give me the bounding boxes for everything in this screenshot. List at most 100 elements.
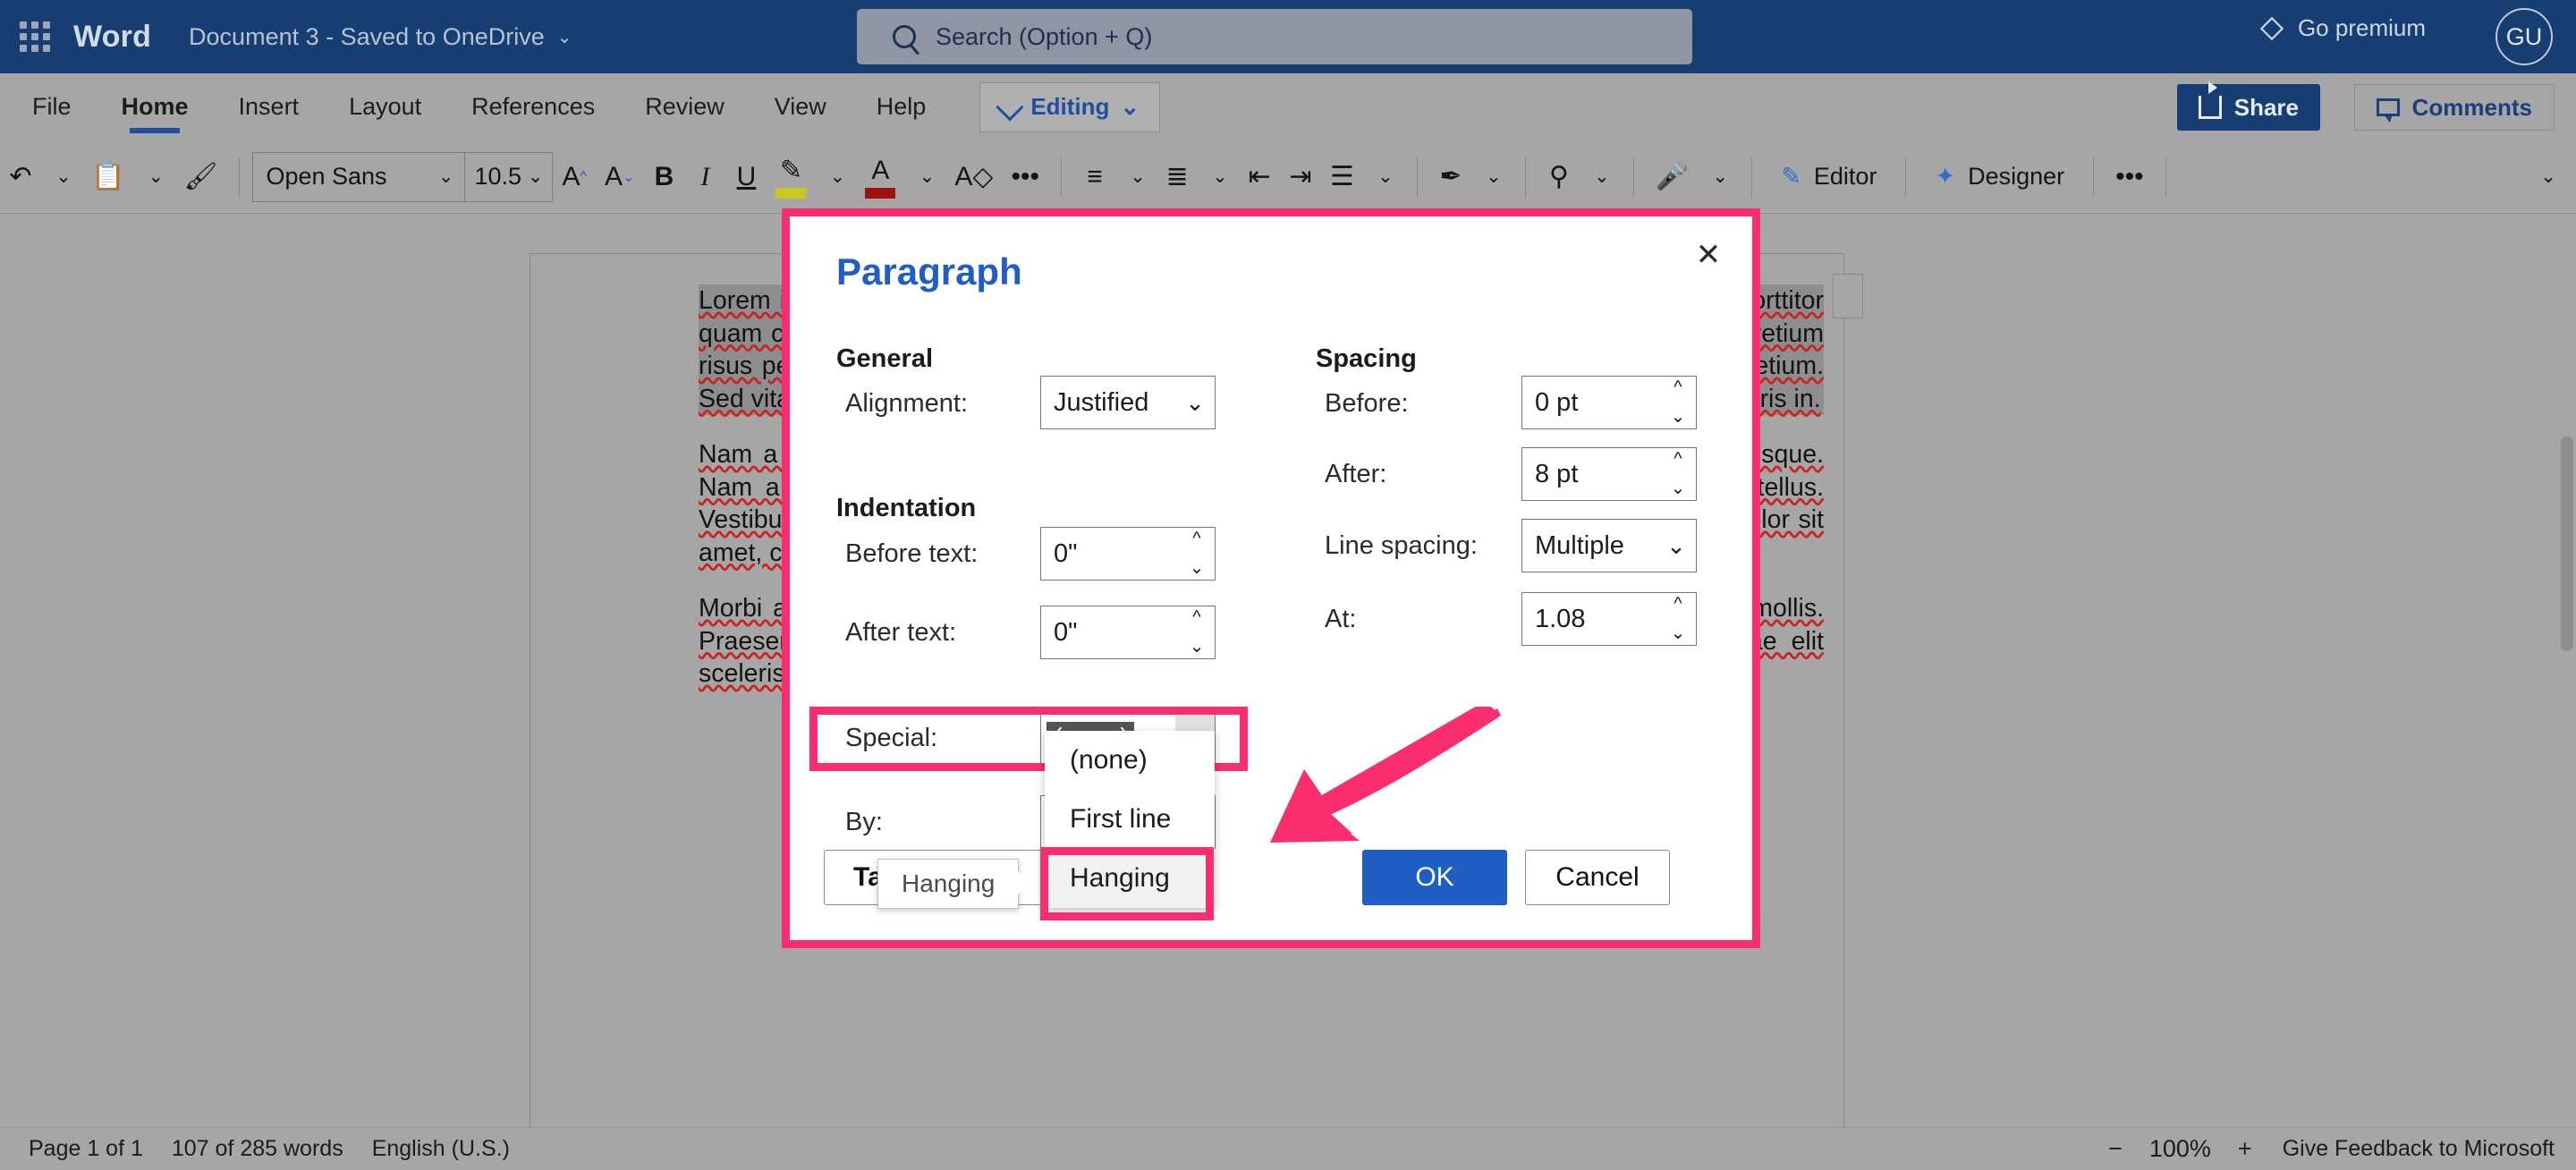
- editor-label: Editor: [1813, 163, 1877, 190]
- word-count[interactable]: 107 of 285 words: [172, 1136, 343, 1162]
- page-indicator[interactable]: Page 1 of 1: [29, 1136, 143, 1162]
- bullets-dropdown[interactable]: ⌄: [1115, 150, 1157, 204]
- special-option-first-line[interactable]: First line: [1045, 790, 1215, 849]
- grow-font-button[interactable]: A ^: [553, 150, 596, 204]
- increase-indent-button[interactable]: ⇥: [1280, 150, 1321, 204]
- underline-button[interactable]: U: [725, 150, 767, 204]
- chevron-down-icon[interactable]: ⌄: [557, 26, 572, 48]
- after-text-stepper[interactable]: ^ ⌄: [1179, 606, 1215, 658]
- divider: [2165, 156, 2166, 198]
- after-text-input[interactable]: 0" ^ ⌄: [1040, 606, 1216, 659]
- alignment-value: Justified: [1054, 387, 1149, 417]
- zoom-level[interactable]: 100%: [2149, 1135, 2211, 1163]
- hanging-tooltip: Hanging: [877, 859, 1030, 909]
- tab-review[interactable]: Review: [620, 73, 750, 140]
- editor-icon: ✎: [1781, 163, 1801, 190]
- spacing-before-input[interactable]: 0 pt ^ ⌄: [1521, 376, 1697, 429]
- before-text-input[interactable]: 0" ^ ⌄: [1040, 527, 1216, 581]
- spacing-after-stepper[interactable]: ^ ⌄: [1660, 448, 1696, 500]
- font-more-button[interactable]: •••: [1003, 150, 1049, 204]
- at-input[interactable]: 1.08 ^ ⌄: [1521, 592, 1697, 646]
- tab-label: Home: [121, 93, 189, 120]
- cancel-label: Cancel: [1555, 862, 1640, 892]
- editing-mode-button[interactable]: Editing ⌄: [979, 81, 1161, 132]
- search-placeholder: Search (Option + Q): [936, 22, 1153, 50]
- designer-button[interactable]: ✦ Designer: [1919, 150, 2080, 204]
- undo-dropdown[interactable]: ⌄: [41, 150, 82, 204]
- line-spacing-select[interactable]: Multiple ⌄: [1521, 519, 1697, 572]
- align-button[interactable]: ☰: [1321, 150, 1363, 204]
- zoom-out-button[interactable]: −: [2108, 1135, 2123, 1163]
- editor-button[interactable]: ✎ Editor: [1765, 150, 1893, 204]
- cancel-button[interactable]: Cancel: [1525, 850, 1670, 905]
- at-value: 1.08: [1535, 604, 1586, 633]
- alignment-select[interactable]: Justified ⌄: [1040, 376, 1216, 429]
- before-text-stepper[interactable]: ^ ⌄: [1179, 528, 1215, 580]
- comments-button[interactable]: Comments: [2353, 84, 2555, 131]
- avatar-initials: GU: [2505, 22, 2543, 50]
- bullets-button[interactable]: ≡: [1074, 150, 1115, 204]
- tab-view[interactable]: View: [750, 73, 852, 140]
- vertical-scrollbar[interactable]: [2556, 428, 2576, 1127]
- find-icon[interactable]: ⚲: [1538, 150, 1580, 204]
- at-stepper[interactable]: ^ ⌄: [1660, 593, 1696, 645]
- tab-label: Insert: [238, 93, 300, 120]
- chevron-down-icon: ⌄: [1486, 166, 1502, 187]
- spacing-before-stepper[interactable]: ^ ⌄: [1660, 377, 1696, 428]
- numbering-dropdown[interactable]: ⌄: [1198, 150, 1239, 204]
- numbering-button[interactable]: ≣: [1157, 150, 1198, 204]
- dictate-icon[interactable]: 🎤: [1647, 150, 1698, 204]
- tab-layout[interactable]: Layout: [324, 73, 446, 140]
- tab-label: Help: [876, 93, 927, 120]
- comments-label: Comments: [2411, 93, 2532, 121]
- zoom-in-button[interactable]: +: [2238, 1135, 2252, 1163]
- font-color-button[interactable]: A: [856, 150, 904, 204]
- highlight-button[interactable]: ✎: [767, 150, 815, 204]
- special-option-none[interactable]: (none): [1045, 731, 1215, 790]
- scrollbar-thumb[interactable]: [2561, 437, 2573, 651]
- search-input[interactable]: Search (Option + Q): [857, 9, 1692, 64]
- after-text-value: 0": [1054, 617, 1078, 647]
- tab-file[interactable]: File: [7, 73, 97, 140]
- styles-icon[interactable]: ✒: [1430, 150, 1471, 204]
- toolbar-overflow-button[interactable]: •••: [2106, 150, 2153, 204]
- app-launcher-icon[interactable]: [20, 21, 50, 52]
- shrink-font-button[interactable]: A ⌄: [596, 150, 643, 204]
- align-dropdown[interactable]: ⌄: [1363, 150, 1404, 204]
- avatar[interactable]: GU: [2496, 8, 2553, 65]
- dictate-dropdown[interactable]: ⌄: [1698, 150, 1739, 204]
- language-indicator[interactable]: English (U.S.): [372, 1136, 510, 1162]
- tab-insert[interactable]: Insert: [214, 73, 325, 140]
- decrease-indent-button[interactable]: ⇤: [1239, 150, 1280, 204]
- home-ribbon-toolbar: ↶ ⌄ 📋 ⌄ 🖌 Open Sans ⌄ 10.5 ⌄ A ^ A ⌄ B I U…: [0, 140, 2576, 214]
- tab-help[interactable]: Help: [852, 73, 952, 140]
- format-painter-icon[interactable]: 🖌: [174, 150, 226, 204]
- bold-button[interactable]: B: [643, 150, 684, 204]
- collapse-ribbon-button[interactable]: ⌄: [2526, 150, 2567, 204]
- go-premium-button[interactable]: Go premium: [2260, 14, 2426, 42]
- before-label: Before:: [1325, 389, 1409, 418]
- find-dropdown[interactable]: ⌄: [1580, 150, 1621, 204]
- hanging-highlight-annotation: [1040, 847, 1214, 920]
- font-name-input[interactable]: Open Sans ⌄: [253, 153, 464, 201]
- paste-button[interactable]: 📋: [82, 150, 133, 204]
- font-size-input[interactable]: 10.5 ⌄: [464, 152, 552, 201]
- tab-references[interactable]: References: [446, 73, 620, 140]
- close-icon[interactable]: ✕: [1688, 234, 1729, 276]
- spacing-after-input[interactable]: 8 pt ^ ⌄: [1521, 447, 1697, 501]
- font-color-dropdown[interactable]: ⌄: [904, 150, 945, 204]
- feedback-link[interactable]: Give Feedback to Microsoft: [2283, 1136, 2555, 1162]
- italic-button[interactable]: I: [684, 150, 725, 204]
- clear-formatting-icon[interactable]: A◇: [945, 150, 1002, 204]
- paste-dropdown[interactable]: ⌄: [133, 150, 174, 204]
- document-title[interactable]: Document 3 - Saved to OneDrive ⌄: [189, 23, 572, 51]
- spacing-heading: Spacing: [1316, 344, 1417, 373]
- share-button[interactable]: Share: [2176, 81, 2320, 131]
- styles-dropdown[interactable]: ⌄: [1471, 150, 1513, 204]
- more-icon: •••: [2115, 161, 2144, 191]
- divider: [1632, 156, 1634, 198]
- highlight-dropdown[interactable]: ⌄: [815, 150, 856, 204]
- undo-button[interactable]: ↶: [0, 150, 41, 204]
- tab-home[interactable]: Home: [97, 73, 214, 140]
- shrink-font-icon: A: [604, 161, 623, 191]
